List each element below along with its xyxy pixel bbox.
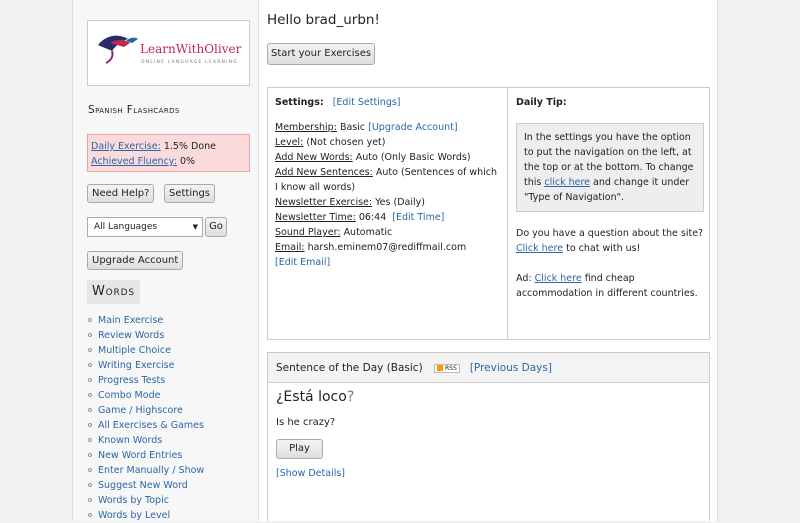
newsletter-exercise-label[interactable]: Newsletter Exercise: (275, 197, 372, 208)
menu-item-all-exercises-games[interactable]: All Exercises & Games (87, 418, 204, 433)
upgrade-account-link[interactable]: [Upgrade Account] (368, 122, 457, 133)
level-label[interactable]: Level: (275, 137, 303, 148)
previous-days-link[interactable]: [Previous Days] (470, 362, 552, 374)
settings-section: Settings: [Edit Settings] Membership: Ba… (268, 88, 508, 339)
need-help-button[interactable]: Need Help? (87, 184, 155, 203)
bullet-icon (88, 333, 92, 337)
chevron-down-icon: ▼ (192, 223, 198, 231)
go-button[interactable]: Go (205, 217, 227, 237)
achieved-fluency-link[interactable]: Achieved Fluency: (91, 156, 177, 167)
bullet-icon (88, 498, 92, 502)
sidebar: LearnWithOliver ONLINE LANGUAGE LEARNING… (73, 0, 259, 521)
rss-icon[interactable]: RSS (434, 363, 460, 373)
membership-value: Basic (339, 122, 366, 133)
menu-item-review-words[interactable]: Review Words (87, 328, 204, 343)
daily-exercise-link[interactable]: Daily Exercise: (91, 141, 161, 152)
hummingbird-logo-icon (98, 35, 138, 64)
menu-item-words-by-topic[interactable]: Words by Topic (87, 493, 204, 508)
newsletter-time-label[interactable]: Newsletter Time: (275, 212, 356, 223)
sentence-translation: Is he crazy? (276, 417, 336, 428)
spanish-sentence: ¿Está loco? (276, 389, 355, 405)
edit-time-link[interactable]: [Edit Time] (392, 212, 444, 223)
tip-box: In the settings you have the option to p… (516, 123, 704, 212)
ad-text: Ad: Click here find cheap accommodation … (516, 273, 698, 299)
show-details-link[interactable]: [Show Details] (276, 468, 345, 479)
bullet-icon (88, 363, 92, 367)
add-new-words-value: Auto (Only Basic Words) (355, 152, 471, 163)
menu-item-writing-exercise[interactable]: Writing Exercise (87, 358, 204, 373)
menu-item-combo-mode[interactable]: Combo Mode (87, 388, 204, 403)
play-button[interactable]: Play (276, 439, 323, 459)
sound-player-value: Automatic (343, 227, 393, 238)
settings-tip-panel: Settings: [Edit Settings] Membership: Ba… (267, 87, 710, 340)
sentence-of-the-day-panel: Sentence of the Day (Basic) RSS [Previou… (267, 352, 710, 521)
settings-header: Settings: (275, 97, 324, 108)
bullet-icon (88, 423, 92, 427)
logo-tagline: ONLINE LANGUAGE LEARNING (141, 60, 238, 65)
menu-item-enter-manually-show[interactable]: Enter Manually / Show (87, 463, 204, 478)
logo[interactable]: LearnWithOliver ONLINE LANGUAGE LEARNING (87, 20, 250, 86)
ad-click-here-link[interactable]: Click here (535, 273, 582, 284)
main-content: Hello brad_urbn! Start your Exercises Se… (259, 0, 719, 521)
bullet-icon (88, 468, 92, 472)
upgrade-account-button[interactable]: Upgrade Account (87, 251, 184, 270)
start-exercises-button[interactable]: Start your Exercises (267, 43, 376, 65)
membership-label[interactable]: Membership: (275, 122, 337, 133)
menu-item-progress-tests[interactable]: Progress Tests (87, 373, 204, 388)
chat-question: Do you have a question about the site? C… (516, 228, 704, 254)
menu-item-multiple-choice[interactable]: Multiple Choice (87, 343, 204, 358)
daily-tip-section: Daily Tip: In the settings you have the … (509, 88, 711, 339)
bullet-icon (88, 318, 92, 322)
bullet-icon (88, 513, 92, 517)
add-new-sentences-label[interactable]: Add New Sentences: (275, 167, 373, 178)
bullet-icon (88, 483, 92, 487)
settings-button[interactable]: Settings (164, 184, 216, 203)
email-value: harsh.eminem07@rediffmail.com (307, 242, 467, 253)
bullet-icon (88, 438, 92, 442)
progress-box: Daily Exercise: 1.5% Done Achieved Fluen… (87, 134, 250, 172)
language-select-value: All Languages (94, 222, 158, 232)
daily-exercise-value: 1.5% Done (163, 141, 216, 152)
sotd-title: Sentence of the Day (Basic) (276, 362, 423, 374)
achieved-fluency-value: 0% (179, 156, 196, 167)
edit-settings-link[interactable]: [Edit Settings] (333, 97, 401, 108)
bullet-icon (88, 408, 92, 412)
language-select[interactable]: All Languages ▼ (87, 217, 203, 237)
sound-player-label[interactable]: Sound Player: (275, 227, 341, 238)
bullet-icon (88, 453, 92, 457)
menu-item-game-highscore[interactable]: Game / Highscore (87, 403, 204, 418)
menu-item-new-word-entries[interactable]: New Word Entries (87, 448, 204, 463)
daily-tip-header: Daily Tip: (516, 97, 567, 108)
tip-click-here-link[interactable]: click here (544, 177, 590, 188)
menu-item-main-exercise[interactable]: Main Exercise (87, 313, 204, 328)
bullet-icon (88, 348, 92, 352)
level-value: (Not chosen yet) (306, 137, 386, 148)
menu-item-suggest-new-word[interactable]: Suggest New Word (87, 478, 204, 493)
email-label[interactable]: Email: (275, 242, 305, 253)
greeting: Hello brad_urbn! (267, 12, 380, 28)
newsletter-time-value: 06:44 (358, 212, 387, 223)
words-menu: Main Exercise Review Words Multiple Choi… (87, 313, 204, 523)
chat-click-here-link[interactable]: Click here (516, 243, 563, 254)
menu-item-known-words[interactable]: Known Words (87, 433, 204, 448)
words-section-title: Words (87, 280, 140, 304)
add-new-words-label[interactable]: Add New Words: (275, 152, 353, 163)
bullet-icon (88, 393, 92, 397)
edit-email-link[interactable]: [Edit Email] (275, 257, 330, 268)
section-title: Spanish Flashcards (88, 104, 180, 116)
page-container: LearnWithOliver ONLINE LANGUAGE LEARNING… (72, 0, 718, 521)
logo-name: LearnWithOliver (140, 42, 242, 56)
newsletter-exercise-value: Yes (Daily) (375, 197, 425, 208)
bullet-icon (88, 378, 92, 382)
sotd-header: Sentence of the Day (Basic) RSS [Previou… (268, 353, 709, 383)
